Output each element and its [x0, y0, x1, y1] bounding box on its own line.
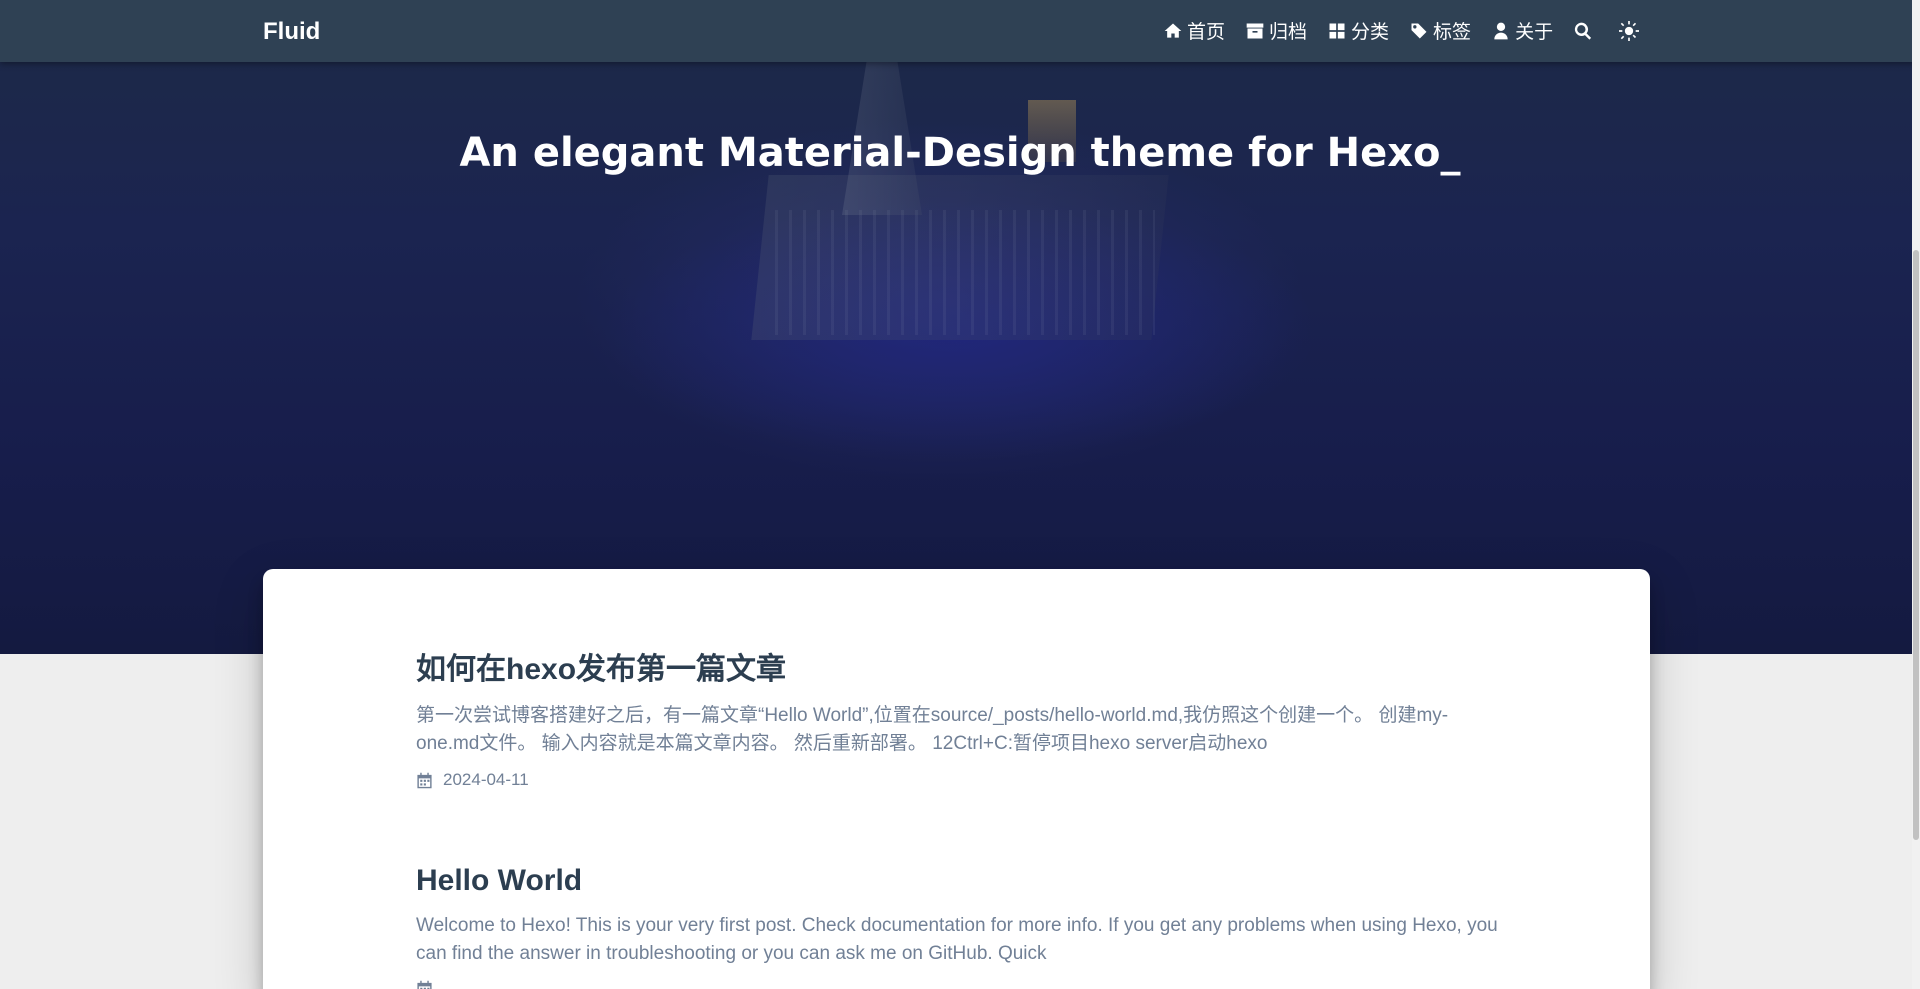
nav-item-home[interactable]: 首页 — [1163, 17, 1225, 44]
nav-menu: 首页 归档 分类 标签 关于 — [1163, 17, 1665, 44]
calendar-icon — [417, 772, 432, 788]
archive-icon — [1246, 23, 1264, 38]
scrollbar-thumb[interactable] — [1913, 250, 1919, 840]
nav-item-archive-label: 归档 — [1269, 21, 1308, 43]
nav-item-category-label: 分类 — [1351, 21, 1390, 43]
calendar-icon — [417, 980, 432, 989]
search-button[interactable] — [1573, 21, 1593, 41]
post-title-link[interactable]: 如何在hexo发布第一篇文章 — [416, 644, 1501, 688]
post-excerpt[interactable]: Welcome to Hexo! This is your very first… — [416, 912, 1501, 968]
post-meta: 2024-04-11 — [416, 770, 1501, 790]
banner: An elegant Material-Design theme for Hex… — [0, 0, 1920, 654]
tag-icon — [1410, 23, 1427, 38]
theme-toggle-button[interactable] — [1619, 20, 1640, 41]
nav-item-about[interactable]: 关于 — [1491, 17, 1553, 44]
banner-title: An elegant Material-Design theme for Hex… — [459, 130, 1461, 176]
banner-scene-stripes — [775, 210, 1155, 335]
post-item: 如何在hexo发布第一篇文章 第一次尝试博客搭建好之后，有一篇文章“Hello … — [416, 644, 1501, 790]
category-icon — [1329, 23, 1345, 38]
post-item: Hello World Welcome to Hexo! This is you… — [416, 864, 1501, 989]
home-icon — [1164, 23, 1182, 38]
nav-item-tags[interactable]: 标签 — [1409, 17, 1471, 44]
nav-item-about-label: 关于 — [1515, 21, 1554, 43]
search-icon — [1574, 22, 1592, 40]
page: An elegant Material-Design theme for Hex… — [0, 0, 1920, 989]
sun-icon — [1619, 20, 1640, 41]
post-meta — [416, 980, 1501, 989]
navbar: Fluid 首页 归档 分类 标签 关于 — [0, 0, 1920, 62]
nav-item-archive[interactable]: 归档 — [1245, 17, 1307, 44]
banner-scene-tower — [842, 40, 922, 215]
user-icon — [1494, 22, 1508, 39]
post-title-link[interactable]: Hello World — [416, 864, 1501, 898]
nav-item-category[interactable]: 分类 — [1327, 17, 1389, 44]
post-list-card: 如何在hexo发布第一篇文章 第一次尝试博客搭建好之后，有一篇文章“Hello … — [263, 569, 1650, 989]
nav-item-home-label: 首页 — [1187, 21, 1226, 43]
page-scrollbar[interactable] — [1912, 0, 1920, 989]
brand-link[interactable]: Fluid — [263, 18, 320, 46]
nav-item-tags-label: 标签 — [1433, 21, 1472, 43]
post-excerpt[interactable]: 第一次尝试博客搭建好之后，有一篇文章“Hello World”,位置在sourc… — [416, 702, 1501, 758]
post-date: 2024-04-11 — [443, 770, 529, 789]
